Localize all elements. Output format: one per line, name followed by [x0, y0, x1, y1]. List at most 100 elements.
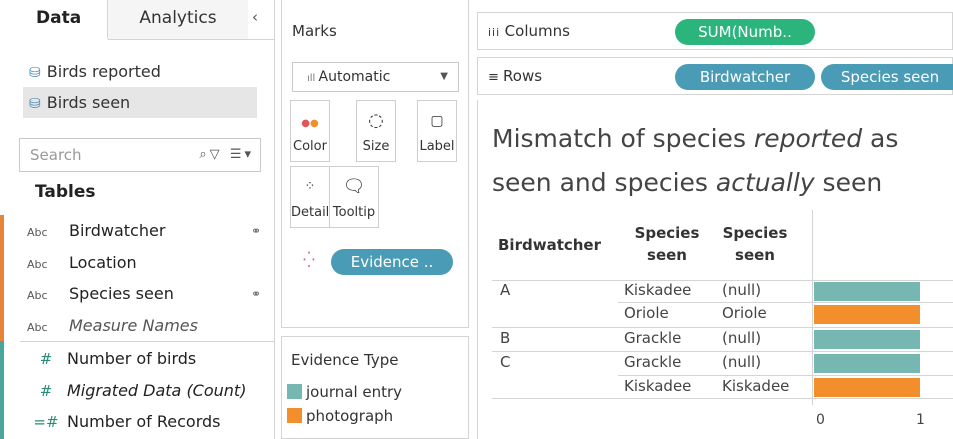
legend-swatch: [287, 408, 302, 423]
field-label: Number of Records: [67, 412, 221, 431]
cell-species-reported: Kiskadee: [624, 377, 692, 395]
search-placeholder: Search: [30, 146, 82, 164]
detail-button[interactable]: ⁘ Detail: [290, 166, 330, 228]
measures-indicator: [0, 341, 4, 439]
datasource-birds-seen[interactable]: ⛁ Birds seen: [23, 87, 257, 118]
header-species-reported[interactable]: Species seen: [626, 222, 708, 266]
row-divider: [492, 351, 953, 352]
bar-mark[interactable]: [814, 305, 920, 324]
axis-tick-1: 1: [916, 412, 925, 428]
filter-icon[interactable]: ▽: [210, 147, 223, 162]
calculated-number-icon: =#: [33, 413, 59, 431]
row-divider: [618, 375, 953, 376]
cell-species-reported: Grackle: [624, 329, 682, 347]
search-tools: ⌕▽ ☰▾: [199, 139, 254, 171]
size-button[interactable]: ◌ Size: [356, 100, 396, 162]
cell-birdwatcher: A: [500, 281, 511, 299]
legend-title: Evidence Type: [291, 351, 399, 369]
species-seen-pill[interactable]: Species seen: [821, 64, 953, 90]
cell-species-seen: Oriole: [722, 304, 767, 322]
rows-shelf[interactable]: ≡ Rows Birdwatcher Species seen: [477, 57, 953, 95]
tooltip-icon: 🗨: [342, 176, 366, 197]
rows-icon: ≡: [488, 70, 504, 85]
text-T-icon: ▢: [430, 113, 444, 129]
dropdown-arrow-icon: ▼: [440, 71, 448, 82]
cell-species-seen: Kiskadee: [722, 377, 790, 395]
bar-mark[interactable]: [814, 282, 920, 301]
columns-label: iii Columns: [488, 22, 570, 40]
link-icon: ⚭: [250, 287, 261, 301]
legend-label: photograph: [306, 407, 394, 425]
mark-type-value: Automatic: [318, 69, 391, 85]
cell-species-reported: Grackle: [624, 353, 682, 371]
color-button[interactable]: ●● Color: [290, 100, 330, 162]
datasource-birds-reported[interactable]: ⛁ Birds reported: [23, 56, 257, 87]
header-birdwatcher[interactable]: Birdwatcher: [498, 234, 616, 256]
legend-item-photograph[interactable]: photograph: [287, 407, 393, 425]
marks-card: Marks ıll Automatic ▼ ●● Color ◌ Size ▢ …: [281, 0, 469, 328]
cell-birdwatcher: C: [500, 353, 511, 371]
field-number-of-records[interactable]: =# Number of Records: [25, 406, 273, 438]
card-label: Size: [362, 139, 390, 154]
viz-title-line-2: seen and species actually seen: [492, 168, 883, 197]
link-icon: ⚭: [250, 224, 261, 238]
marks-title: Marks: [292, 22, 337, 40]
axis-tick-0: 0: [816, 412, 825, 428]
columns-icon: iii: [488, 26, 505, 39]
datasource-label: Birds seen: [46, 93, 131, 112]
card-label: Color: [293, 139, 327, 154]
view-options-icon[interactable]: ☰▾: [230, 147, 254, 162]
field-species-seen[interactable]: Abc Species seen ⚭: [25, 278, 273, 310]
header-species-seen[interactable]: Species seen: [716, 222, 794, 266]
viz-title-line-1: Mismatch of species reported as: [492, 124, 899, 153]
evidence-type-color-pill[interactable]: Evidence ..: [331, 249, 453, 275]
search-field[interactable]: Search ⌕▽ ☰▾: [19, 138, 261, 172]
search-icon[interactable]: ⌕: [199, 147, 209, 162]
legend-label: journal entry: [306, 383, 403, 401]
sum-number-pill[interactable]: SUM(Numb..: [675, 19, 815, 45]
string-type-icon: Abc: [27, 226, 48, 239]
chevron-left-icon[interactable]: ‹: [252, 8, 258, 26]
columns-shelf[interactable]: iii Columns SUM(Numb..: [477, 12, 953, 50]
string-type-icon: Abc: [27, 321, 48, 334]
datasource-icon: ⛁: [29, 96, 41, 112]
cell-species-seen: (null): [722, 329, 762, 347]
color-dots-icon: ⁛: [303, 251, 315, 269]
data-pane: Data Analytics ‹ ⛁ Birds reported ⛁ Birds …: [0, 0, 275, 439]
birdwatcher-pill[interactable]: Birdwatcher: [675, 64, 815, 90]
color-icon: ●●: [301, 118, 319, 129]
field-birdwatcher[interactable]: Abc Birdwatcher ⚭: [25, 215, 273, 247]
card-label: Detail: [291, 205, 330, 220]
number-type-icon: #: [39, 350, 53, 368]
cell-species-seen: (null): [722, 353, 762, 371]
bar-mark[interactable]: [814, 330, 920, 349]
field-label: Birdwatcher: [69, 221, 166, 240]
tab-analytics[interactable]: Analytics: [108, 0, 248, 39]
cell-birdwatcher: B: [500, 329, 511, 347]
detail-icon: ⁘: [304, 179, 316, 194]
row-divider: [492, 327, 953, 328]
cell-species-reported: Kiskadee: [624, 281, 692, 299]
legend-item-journal-entry[interactable]: journal entry: [287, 383, 402, 401]
label-button[interactable]: ▢ Label: [417, 100, 457, 162]
legend-swatch: [287, 384, 302, 399]
number-type-icon: #: [39, 382, 53, 400]
bar-mark[interactable]: [814, 378, 920, 397]
cell-species-seen: (null): [722, 281, 762, 299]
tab-data[interactable]: Data: [0, 0, 108, 40]
card-label: Label: [419, 139, 455, 154]
pane-tabs: Data Analytics ‹: [0, 0, 274, 40]
string-type-icon: Abc: [27, 258, 48, 271]
tables-header: Tables: [35, 182, 96, 202]
field-migrated-data-count[interactable]: # Migrated Data (Count): [25, 375, 273, 407]
field-label: Number of birds: [67, 349, 197, 368]
field-number-of-birds[interactable]: # Number of birds: [25, 343, 273, 375]
field-measure-names[interactable]: Abc Measure Names: [25, 310, 273, 342]
datasource-icon: ⛁: [29, 65, 41, 81]
mark-type-select[interactable]: ıll Automatic ▼: [292, 62, 459, 92]
tooltip-button[interactable]: 🗨 Tooltip: [329, 166, 379, 228]
field-label: Species seen: [69, 284, 174, 303]
dimensions-indicator: [0, 215, 4, 341]
field-location[interactable]: Abc Location: [25, 247, 273, 279]
bar-mark[interactable]: [814, 354, 920, 373]
